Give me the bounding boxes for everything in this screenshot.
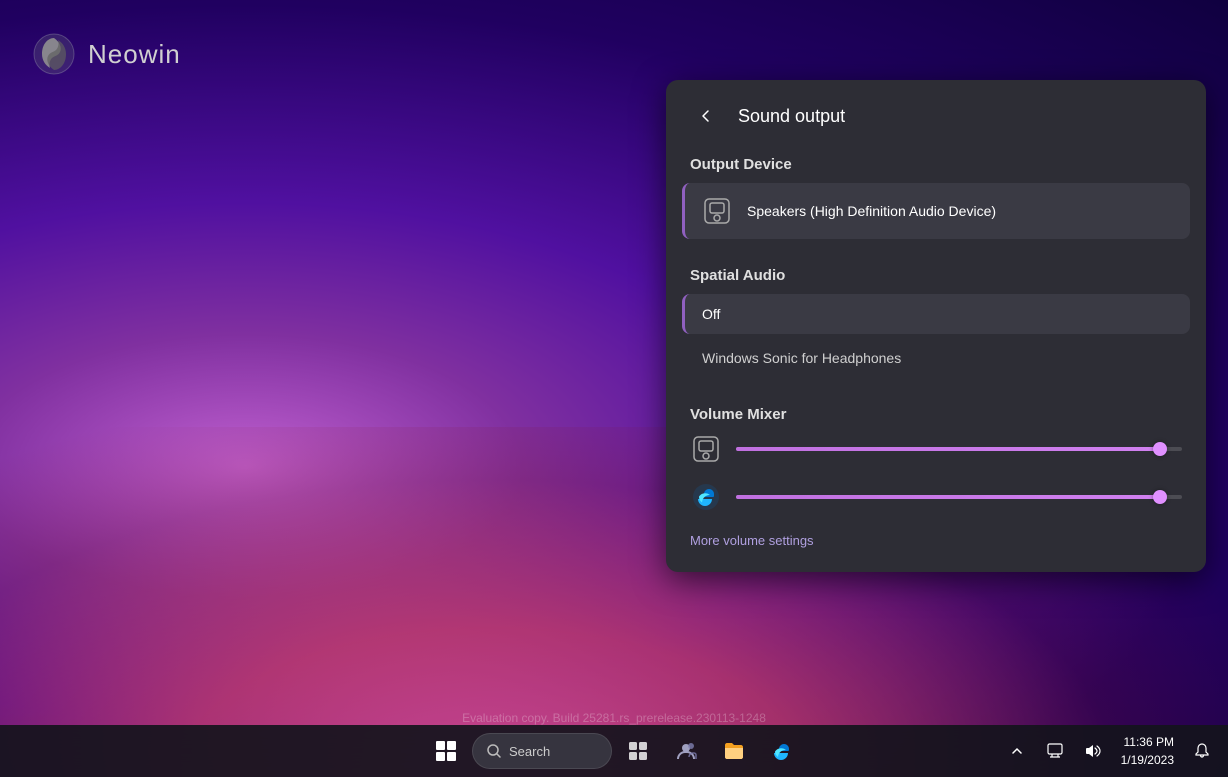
neowin-logo: Neowin: [32, 32, 181, 76]
volume-mixer-label: Volume Mixer: [666, 398, 1206, 433]
sound-icon: [1085, 743, 1101, 759]
volume-mixer-section: More volume settings: [666, 433, 1206, 552]
windows-start-icon: [436, 741, 456, 761]
file-explorer-icon: [723, 740, 745, 762]
spatial-option-windows-sonic-text: Windows Sonic for Headphones: [702, 350, 901, 366]
notification-icon: [1194, 743, 1210, 759]
output-device-label: Output Device: [666, 148, 1206, 183]
output-device-item[interactable]: Speakers (High Definition Audio Device): [682, 183, 1190, 239]
edge-taskbar-icon: [771, 740, 793, 762]
teams-button[interactable]: [664, 729, 708, 773]
spatial-option-off[interactable]: Off: [682, 294, 1190, 334]
system-volume-thumb[interactable]: [1153, 442, 1167, 456]
spatial-audio-label: Spatial Audio: [666, 259, 1206, 294]
sound-icon-button[interactable]: [1077, 735, 1109, 767]
edge-volume-thumb[interactable]: [1153, 490, 1167, 504]
taskbar-center: Search: [424, 729, 804, 773]
volume-speakers-icon: [690, 433, 722, 465]
taskbar: Search: [0, 725, 1228, 777]
neowin-icon: [32, 32, 76, 76]
notification-button[interactable]: [1186, 735, 1218, 767]
chevron-up-icon: [1011, 745, 1023, 757]
speaker-icon: [701, 195, 733, 227]
back-button[interactable]: [690, 100, 722, 132]
teams-icon: [675, 740, 697, 762]
spatial-option-off-text: Off: [702, 306, 720, 322]
sound-panel-header: Sound output: [666, 80, 1206, 148]
clock-time: 11:36 PM: [1124, 733, 1174, 751]
system-clock[interactable]: 11:36 PM 1/19/2023: [1115, 731, 1180, 771]
search-bar-label: Search: [509, 744, 550, 759]
edge-taskbar-button[interactable]: [760, 729, 804, 773]
sound-panel: Sound output Output Device Speakers (Hig…: [666, 80, 1206, 572]
output-device-name: Speakers (High Definition Audio Device): [747, 203, 996, 219]
volume-row-edge: [690, 481, 1182, 513]
spatial-option-windows-sonic[interactable]: Windows Sonic for Headphones: [682, 338, 1190, 378]
system-volume-slider[interactable]: [736, 447, 1182, 451]
edge-volume-slider[interactable]: [736, 495, 1182, 499]
task-view-icon: [628, 741, 648, 761]
search-icon: [487, 744, 501, 758]
clock-date: 1/19/2023: [1121, 751, 1174, 769]
sound-panel-title: Sound output: [738, 106, 845, 127]
edge-svg-icon: [692, 483, 720, 511]
task-view-button[interactable]: [616, 729, 660, 773]
network-icon-button[interactable]: [1039, 735, 1071, 767]
volume-edge-icon: [690, 481, 722, 513]
volume-row-system: [690, 433, 1182, 465]
system-tray: 11:36 PM 1/19/2023: [1001, 731, 1218, 771]
neowin-brand-text: Neowin: [88, 39, 181, 70]
search-bar[interactable]: Search: [472, 733, 612, 769]
network-icon: [1047, 743, 1063, 759]
system-volume-fill: [736, 447, 1160, 451]
more-volume-settings-link[interactable]: More volume settings: [690, 529, 814, 552]
edge-volume-fill: [736, 495, 1160, 499]
show-hidden-icons-button[interactable]: [1001, 735, 1033, 767]
back-arrow-icon: [698, 108, 714, 124]
file-explorer-button[interactable]: [712, 729, 756, 773]
start-button[interactable]: [424, 729, 468, 773]
